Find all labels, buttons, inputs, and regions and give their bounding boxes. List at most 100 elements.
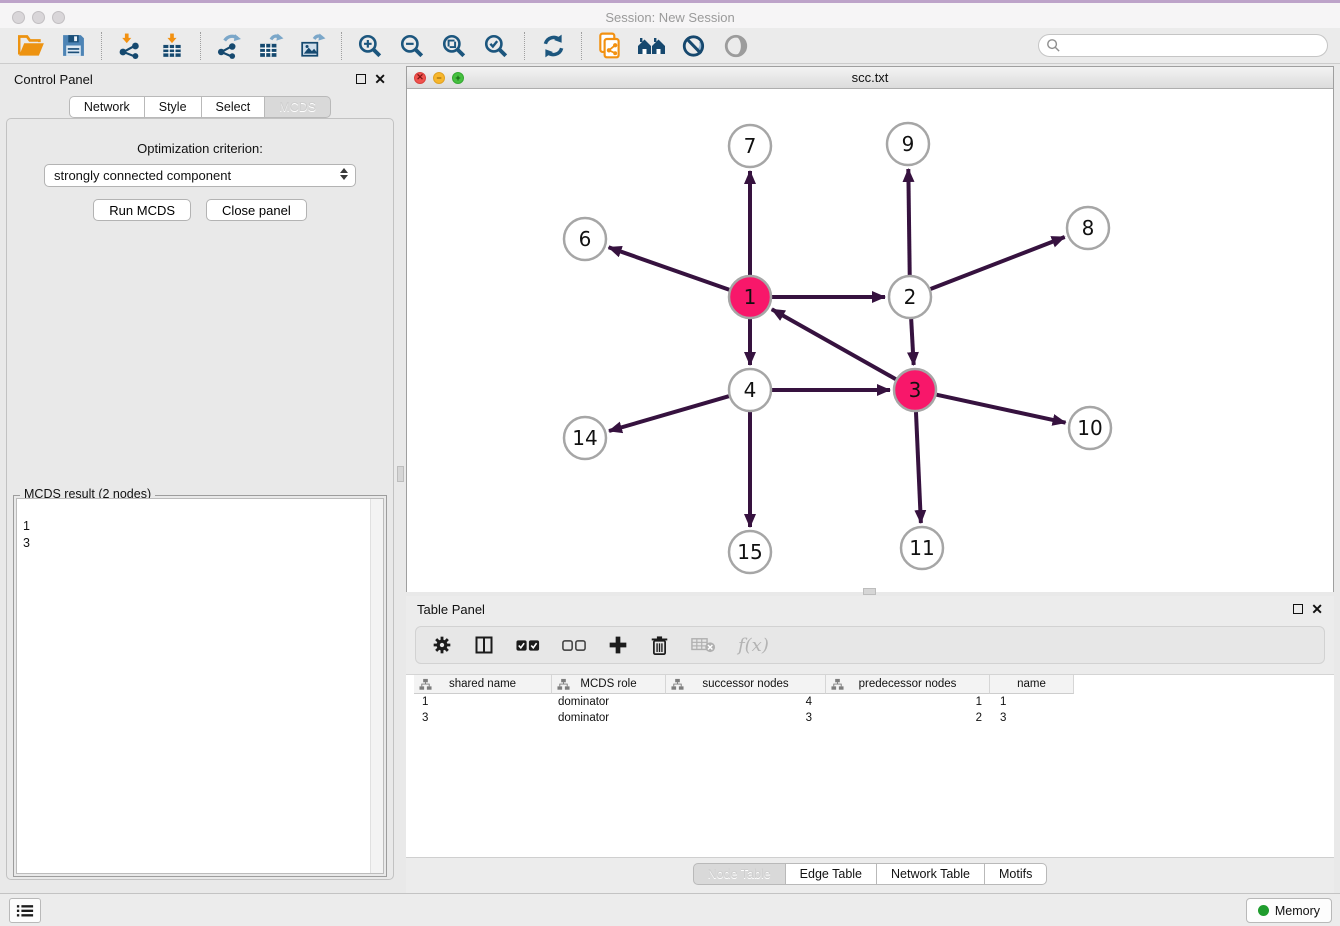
search-field[interactable] xyxy=(1038,34,1328,57)
function-builder-icon[interactable]: f(x) xyxy=(738,632,769,658)
task-history-button[interactable] xyxy=(9,898,41,923)
main-toolbar xyxy=(0,28,1340,64)
tab-mcds[interactable]: MCDS xyxy=(265,96,331,118)
result-scrollbar[interactable] xyxy=(370,499,383,873)
status-bar: Memory xyxy=(0,893,1340,926)
column-header-mcds-role[interactable]: MCDS role xyxy=(552,675,666,694)
optimization-criterion-label: Optimization criterion: xyxy=(7,141,393,156)
control-panel-tabs: Network Style Select MCDS xyxy=(4,96,396,118)
window-title: Session: New Session xyxy=(0,10,1340,25)
edge-1-6[interactable] xyxy=(609,247,730,289)
network-canvas[interactable]: 7968124314101511 xyxy=(407,89,1333,592)
network-view-title: scc.txt xyxy=(407,70,1333,85)
table-panel-float-icon[interactable] xyxy=(1293,604,1303,614)
cell-name[interactable]: 3 xyxy=(990,710,1074,726)
control-panel-float-icon[interactable] xyxy=(356,74,366,84)
cell-shared-name[interactable]: 1 xyxy=(414,694,552,710)
tab-network[interactable]: Network xyxy=(69,96,145,118)
optimization-criterion-dropdown[interactable]: strongly connected component xyxy=(44,164,356,187)
open-session-icon[interactable] xyxy=(14,31,48,61)
import-network-icon[interactable] xyxy=(113,31,147,61)
export-network-icon[interactable] xyxy=(212,31,246,61)
search-icon xyxy=(1046,38,1061,53)
network-view-titlebar[interactable]: scc.txt ✕ − + xyxy=(407,67,1333,89)
select-all-icon[interactable] xyxy=(516,632,540,658)
tree-icon xyxy=(831,678,844,691)
horizontal-splitter-grip[interactable] xyxy=(863,588,876,595)
tab-network-table[interactable]: Network Table xyxy=(877,863,985,885)
network-minimize-button[interactable]: − xyxy=(433,72,445,84)
create-column-icon[interactable] xyxy=(608,632,628,658)
network-zoom-button[interactable]: + xyxy=(452,72,464,84)
network-graph[interactable]: 7968124314101511 xyxy=(407,89,1333,592)
show-column-icon[interactable] xyxy=(474,632,494,658)
tab-style[interactable]: Style xyxy=(145,96,202,118)
edge-2-8[interactable] xyxy=(931,237,1065,289)
edge-3-1[interactable] xyxy=(772,309,896,379)
cell-successor-nodes[interactable]: 3 xyxy=(666,710,826,726)
zoom-selected-icon[interactable] xyxy=(479,31,513,61)
node-label-11: 11 xyxy=(909,536,934,560)
cell-mcds-role[interactable]: dominator xyxy=(552,710,666,726)
close-panel-button[interactable]: Close panel xyxy=(206,199,307,221)
dropdown-value: strongly connected component xyxy=(54,168,231,183)
tab-select[interactable]: Select xyxy=(202,96,266,118)
column-header-name[interactable]: name xyxy=(990,675,1074,694)
memory-button[interactable]: Memory xyxy=(1246,898,1332,923)
node-table-header: shared name MCDS role successor nodes pr… xyxy=(414,675,1334,694)
cell-mcds-role[interactable]: dominator xyxy=(552,694,666,710)
column-header-predecessor-nodes[interactable]: predecessor nodes xyxy=(826,675,990,694)
edge-2-3[interactable] xyxy=(911,319,913,365)
tab-edge-table[interactable]: Edge Table xyxy=(786,863,877,885)
show-all-icon[interactable] xyxy=(719,31,753,61)
zoom-fit-icon[interactable] xyxy=(437,31,471,61)
mcds-result-text[interactable]: 1 3 xyxy=(16,498,384,874)
run-mcds-button[interactable]: Run MCDS xyxy=(93,199,191,221)
network-view-frame: scc.txt ✕ − + 7968124314101511 xyxy=(406,66,1334,592)
table-settings-gear-icon[interactable] xyxy=(432,632,452,658)
table-row[interactable]: 1 dominator 4 1 1 xyxy=(414,694,1334,710)
edge-3-10[interactable] xyxy=(936,395,1065,423)
tab-node-table[interactable]: Node Table xyxy=(693,863,786,885)
apply-layout-icon[interactable] xyxy=(536,31,570,61)
control-panel-close-icon[interactable]: ✕ xyxy=(374,74,386,84)
edge-4-14[interactable] xyxy=(609,396,729,431)
hide-selected-icon[interactable] xyxy=(677,31,711,61)
search-input[interactable] xyxy=(1061,39,1327,53)
control-panel-title: Control Panel xyxy=(14,72,93,87)
save-session-icon[interactable] xyxy=(56,31,90,61)
list-icon xyxy=(16,904,34,918)
table-toolbar: f(x) xyxy=(415,626,1325,664)
memory-status-dot xyxy=(1258,905,1269,916)
edge-3-11[interactable] xyxy=(916,412,921,523)
neighbors-icon[interactable] xyxy=(635,31,669,61)
cell-successor-nodes[interactable]: 4 xyxy=(666,694,826,710)
column-header-successor-nodes[interactable]: successor nodes xyxy=(666,675,826,694)
column-header-shared-name[interactable]: shared name xyxy=(414,675,552,694)
mcds-tab-content: Optimization criterion: strongly connect… xyxy=(6,118,394,880)
duplicate-network-icon[interactable] xyxy=(593,31,627,61)
node-label-1: 1 xyxy=(744,285,757,309)
import-table-icon[interactable] xyxy=(155,31,189,61)
export-image-icon[interactable] xyxy=(296,31,330,61)
memory-label: Memory xyxy=(1275,904,1320,918)
node-table: shared name MCDS role successor nodes pr… xyxy=(406,674,1334,858)
zoom-in-icon[interactable] xyxy=(353,31,387,61)
tab-motifs[interactable]: Motifs xyxy=(985,863,1047,885)
cell-predecessor-nodes[interactable]: 1 xyxy=(826,694,990,710)
table-row[interactable]: 3 dominator 3 2 3 xyxy=(414,710,1334,726)
node-label-3: 3 xyxy=(909,378,922,402)
cell-predecessor-nodes[interactable]: 2 xyxy=(826,710,990,726)
zoom-out-icon[interactable] xyxy=(395,31,429,61)
table-panel-close-icon[interactable]: ✕ xyxy=(1311,604,1323,614)
cell-shared-name[interactable]: 3 xyxy=(414,710,552,726)
export-table-icon[interactable] xyxy=(254,31,288,61)
delete-table-icon[interactable] xyxy=(691,632,716,658)
cell-name[interactable]: 1 xyxy=(990,694,1074,710)
delete-column-trash-icon[interactable] xyxy=(650,632,669,658)
edge-2-9[interactable] xyxy=(908,169,909,275)
vertical-splitter-grip[interactable] xyxy=(397,466,404,482)
network-close-button[interactable]: ✕ xyxy=(414,72,426,84)
deselect-all-icon[interactable] xyxy=(562,632,586,658)
node-label-14: 14 xyxy=(572,426,597,450)
